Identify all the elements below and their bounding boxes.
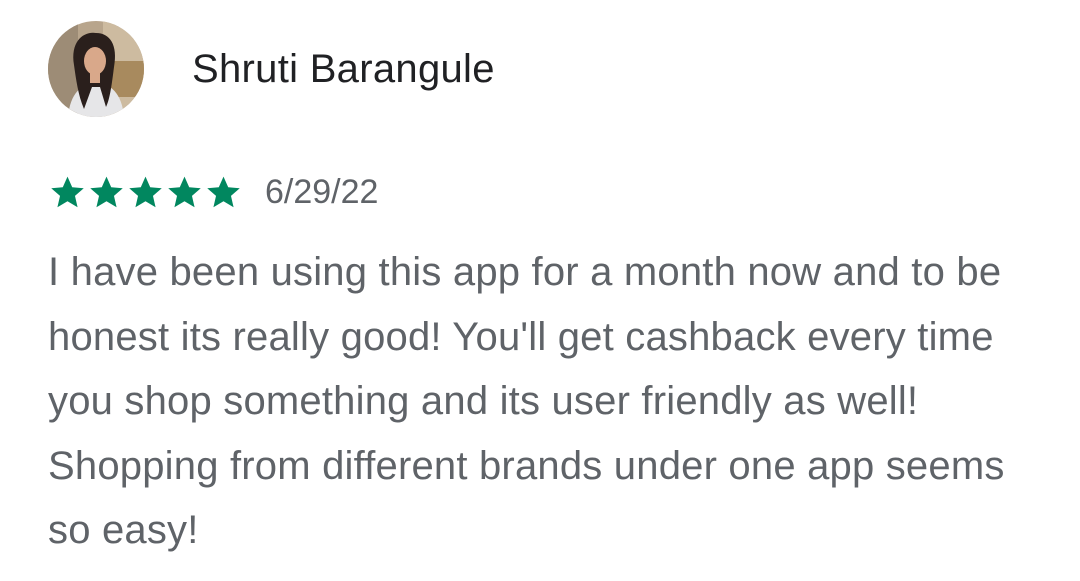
avatar <box>48 21 144 117</box>
user-photo-icon <box>48 21 144 117</box>
review-date: 6/29/22 <box>265 172 379 211</box>
reviewer-header: Shruti Barangule <box>48 21 495 117</box>
star-icon <box>90 176 123 207</box>
star-icon <box>168 176 201 207</box>
rating-row: 6/29/22 <box>48 170 378 214</box>
star-icon <box>51 176 84 207</box>
review-card: Shruti Barangule 6/29/22 I have been usi… <box>0 0 1080 581</box>
reviewer-name: Shruti Barangule <box>192 46 495 91</box>
star-rating <box>48 173 243 212</box>
star-icon <box>207 176 240 207</box>
star-icon <box>129 176 162 207</box>
review-text: I have been using this app for a month n… <box>48 250 1005 552</box>
